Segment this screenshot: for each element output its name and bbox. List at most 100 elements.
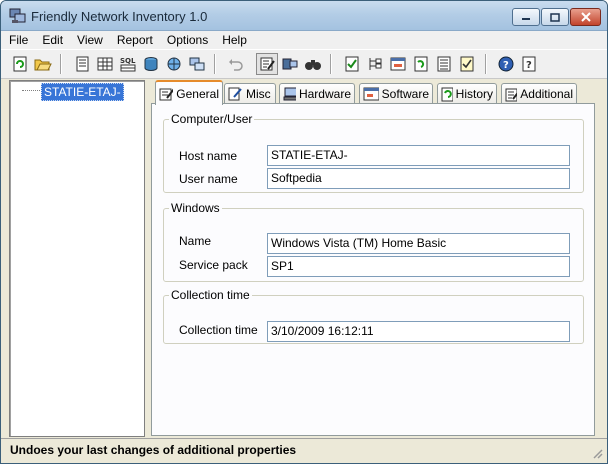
tree-report-button[interactable] xyxy=(364,53,386,75)
refresh-button[interactable] xyxy=(9,53,31,75)
open-folder-icon xyxy=(34,59,52,71)
edit-properties-icon xyxy=(260,57,275,71)
menu-report[interactable]: Report xyxy=(110,31,160,49)
checklist-report-button[interactable] xyxy=(456,53,478,75)
misc-tab-icon xyxy=(228,87,242,101)
windows-group: Windows Name Windows Vista (TM) Home Bas… xyxy=(163,201,584,282)
menu-bar: File Edit View Report Options Help xyxy=(1,31,607,49)
undo-button[interactable] xyxy=(225,53,247,75)
toolbar-separator xyxy=(330,54,332,74)
collection-time-legend: Collection time xyxy=(171,288,250,302)
open-button[interactable] xyxy=(32,53,54,75)
title-bar[interactable]: Friendly Network Inventory 1.0 xyxy=(1,1,607,31)
resize-grip-icon[interactable] xyxy=(591,447,603,459)
windows-legend: Windows xyxy=(171,201,220,215)
tab-history[interactable]: History xyxy=(437,83,497,104)
check-report-button[interactable] xyxy=(341,53,363,75)
list-report-icon xyxy=(437,56,451,72)
toolbar-separator xyxy=(485,54,487,74)
minimize-button[interactable] xyxy=(512,8,540,26)
tab-general[interactable]: General xyxy=(155,80,223,105)
computers-button[interactable] xyxy=(186,53,208,75)
toolbar: SQL ? ? xyxy=(1,49,607,79)
checklist-report-icon xyxy=(460,56,474,72)
menu-options[interactable]: Options xyxy=(160,31,215,49)
menu-file[interactable]: File xyxy=(1,31,35,49)
tree-connector xyxy=(22,90,42,91)
panel-splitter[interactable] xyxy=(146,80,149,437)
host-name-field[interactable]: STATIE-ETAJ- xyxy=(267,145,570,166)
context-help-icon: ? xyxy=(522,56,536,72)
app-icon xyxy=(9,8,26,24)
tab-strip: General Misc Hardware Software History A… xyxy=(151,80,595,105)
tab-additional-label: Additional xyxy=(520,87,573,101)
computer-tree[interactable]: STATIE-ETAJ- xyxy=(9,80,145,437)
document-button[interactable] xyxy=(71,53,93,75)
list-report-button[interactable] xyxy=(433,53,455,75)
computers-icon xyxy=(189,57,205,71)
edit-properties-button[interactable] xyxy=(256,53,278,75)
tree-node-selected[interactable]: STATIE-ETAJ- xyxy=(41,83,124,101)
sql-button[interactable]: SQL xyxy=(117,53,139,75)
tab-software[interactable]: Software xyxy=(359,83,433,104)
collection-time-field[interactable]: 3/10/2009 16:12:11 xyxy=(267,321,570,342)
os-name-field[interactable]: Windows Vista (TM) Home Basic xyxy=(267,233,570,254)
tab-hardware-label: Hardware xyxy=(298,87,351,101)
check-report-icon xyxy=(345,56,359,72)
sql-icon: SQL xyxy=(120,57,136,72)
tab-history-label: History xyxy=(455,87,493,101)
toolbar-separator xyxy=(60,54,62,74)
service-pack-label: Service pack xyxy=(179,258,248,272)
minimize-icon xyxy=(522,18,530,20)
view-computers-button[interactable] xyxy=(279,53,301,75)
changes-report-icon xyxy=(414,56,428,72)
computer-user-legend: Computer/User xyxy=(171,112,253,126)
changes-report-button[interactable] xyxy=(410,53,432,75)
additional-tab-icon xyxy=(505,88,518,101)
general-tab-panel: Computer/User Host name STATIE-ETAJ- Use… xyxy=(151,103,595,436)
document-icon xyxy=(76,56,89,72)
window-report-button[interactable] xyxy=(387,53,409,75)
svg-text:SQL: SQL xyxy=(120,57,136,65)
general-tab-icon xyxy=(159,88,174,101)
tree-report-icon xyxy=(369,58,382,70)
user-name-field[interactable]: Softpedia xyxy=(267,168,570,189)
hardware-tab-icon xyxy=(283,87,296,101)
tab-additional[interactable]: Additional xyxy=(501,83,577,104)
svg-text:?: ? xyxy=(526,60,532,71)
collection-time-group: Collection time Collection time 3/10/200… xyxy=(163,288,584,344)
find-button[interactable] xyxy=(302,53,324,75)
computer-user-group: Computer/User Host name STATIE-ETAJ- Use… xyxy=(163,112,584,193)
tab-hardware[interactable]: Hardware xyxy=(279,83,355,104)
menu-help[interactable]: Help xyxy=(215,31,254,49)
find-icon xyxy=(305,60,321,70)
close-button[interactable] xyxy=(570,8,601,26)
undo-icon xyxy=(229,59,243,71)
help-button[interactable]: ? xyxy=(495,53,517,75)
menu-edit[interactable]: Edit xyxy=(35,31,70,49)
history-tab-icon xyxy=(441,87,453,101)
status-bar: Undoes your last changes of additional p… xyxy=(1,438,607,463)
table-button[interactable] xyxy=(94,53,116,75)
service-pack-field[interactable]: SP1 xyxy=(267,256,570,277)
window-report-icon xyxy=(390,57,406,71)
os-name-label: Name xyxy=(179,234,212,248)
menu-view[interactable]: View xyxy=(70,31,110,49)
network-button[interactable] xyxy=(163,53,185,75)
collection-time-label: Collection time xyxy=(179,323,258,337)
user-name-label: User name xyxy=(179,172,238,186)
application-window: Friendly Network Inventory 1.0 File Edit… xyxy=(0,0,608,464)
database-button[interactable] xyxy=(140,53,162,75)
software-tab-icon xyxy=(363,87,379,101)
database-icon xyxy=(144,57,158,71)
network-icon xyxy=(167,57,181,71)
refresh-icon xyxy=(13,56,27,72)
maximize-button[interactable] xyxy=(541,8,569,26)
svg-text:?: ? xyxy=(503,60,509,71)
tab-misc-label: Misc xyxy=(246,87,271,101)
tab-misc[interactable]: Misc xyxy=(224,83,276,104)
context-help-button[interactable]: ? xyxy=(518,53,540,75)
toolbar-separator xyxy=(214,54,216,74)
tab-software-label: Software xyxy=(381,87,429,101)
tab-general-label: General xyxy=(176,86,219,101)
